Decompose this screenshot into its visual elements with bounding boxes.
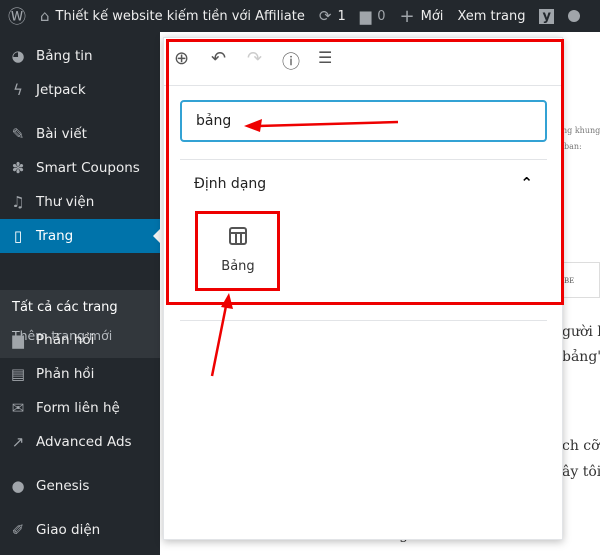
annotation-arrow [210,305,228,377]
annotation-arrows [210,119,399,377]
annotation-arrowhead [221,293,233,309]
annotation-arrow [257,120,399,128]
annotation-arrowhead [244,119,262,132]
